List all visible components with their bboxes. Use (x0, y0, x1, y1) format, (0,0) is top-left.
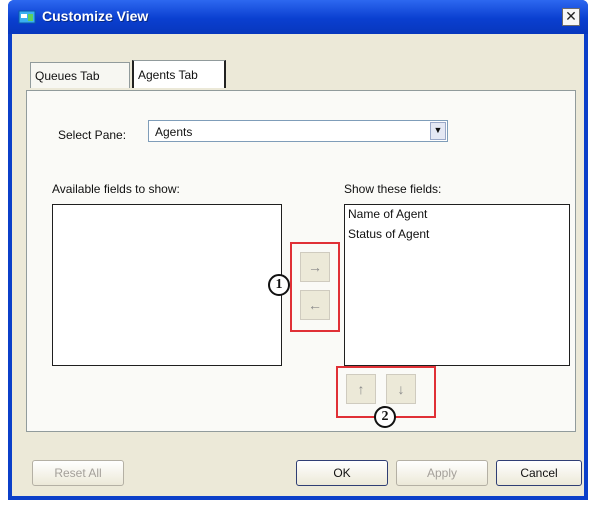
select-pane-value: Agents (155, 125, 193, 139)
app-icon (18, 10, 36, 24)
move-up-button[interactable]: ↑ (346, 374, 376, 404)
arrow-down-icon: ↓ (397, 381, 405, 397)
arrow-left-icon: ← (308, 297, 322, 313)
show-fields-label: Show these fields: (344, 182, 442, 196)
callout-2: 2 (374, 406, 396, 428)
select-pane-label: Select Pane: (58, 128, 127, 142)
dropdown-arrow-icon[interactable]: ▼ (430, 122, 446, 140)
available-fields-list[interactable] (52, 204, 282, 366)
apply-button[interactable]: Apply (396, 460, 488, 486)
arrow-right-icon: → (308, 259, 322, 275)
customize-view-dialog: Customize View ✕ Queues Tab Agents Tab S… (8, 0, 588, 500)
window-title: Customize View (42, 8, 149, 24)
move-down-button[interactable]: ↓ (386, 374, 416, 404)
list-item[interactable]: Name of Agent (348, 207, 427, 221)
ok-button[interactable]: OK (296, 460, 388, 486)
cancel-button[interactable]: Cancel (496, 460, 582, 486)
remove-field-button[interactable]: ← (300, 290, 330, 320)
show-fields-list[interactable]: Name of Agent Status of Agent (344, 204, 570, 366)
reset-all-button[interactable]: Reset All (32, 460, 124, 486)
select-pane-dropdown[interactable]: Agents ▼ (148, 120, 448, 142)
arrow-up-icon: ↑ (357, 381, 365, 397)
list-item[interactable]: Status of Agent (348, 227, 429, 241)
title-bar[interactable]: Customize View ✕ (8, 0, 588, 34)
tab-agents[interactable]: Agents Tab (132, 60, 226, 88)
available-fields-label: Available fields to show: (52, 182, 180, 196)
callout-1: 1 (268, 274, 290, 296)
dialog-client-area: Queues Tab Agents Tab Select Pane: Agent… (12, 34, 584, 496)
close-icon: ✕ (565, 8, 577, 24)
add-field-button[interactable]: → (300, 252, 330, 282)
close-button[interactable]: ✕ (562, 8, 580, 26)
tab-queues[interactable]: Queues Tab (30, 62, 130, 88)
